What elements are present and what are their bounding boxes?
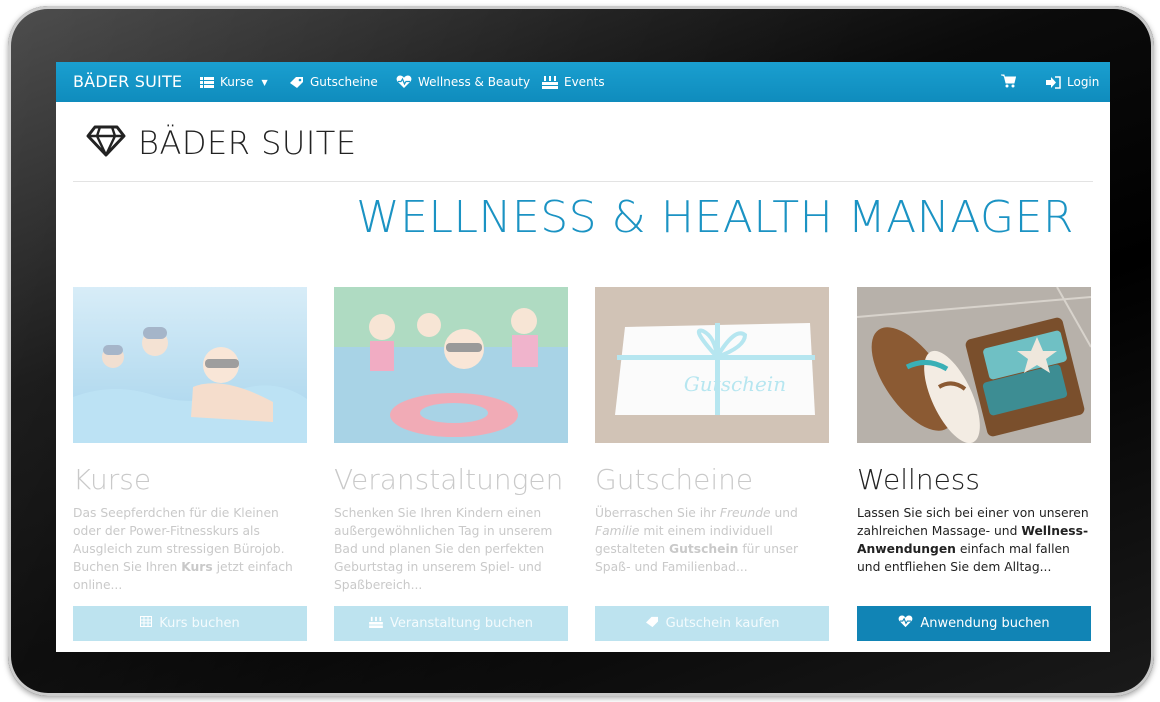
list-icon xyxy=(200,76,214,88)
button-label: Kurs buchen xyxy=(159,616,240,631)
header-divider xyxy=(73,181,1093,182)
logo-text: BÄDER SUITE xyxy=(138,124,357,162)
login-icon xyxy=(1046,75,1061,89)
cake-icon xyxy=(369,616,383,632)
wellness-sandals-image xyxy=(857,287,1091,443)
party-kids-image xyxy=(334,287,568,443)
cake-icon xyxy=(542,75,558,89)
card-gutscheine: Gutschein Gutscheine Überraschen Sie ihr… xyxy=(595,287,829,641)
hero-title: WELLNESS & HEALTH MANAGER xyxy=(356,192,1074,243)
card-veranstaltungen: Veranstaltungen Schenken Sie Ihren Kinde… xyxy=(334,287,568,641)
card-title: Wellness xyxy=(857,463,980,496)
book-course-button[interactable]: Kurs buchen xyxy=(73,606,307,641)
login-link[interactable]: Login xyxy=(1046,75,1099,89)
caret-down-icon: ▼ xyxy=(261,77,268,87)
card-title: Kurse xyxy=(73,463,152,496)
buy-voucher-button[interactable]: Gutschein kaufen xyxy=(595,606,829,641)
card-text: Überraschen Sie ihr Freunde und Familie … xyxy=(595,506,799,574)
tag-icon xyxy=(645,616,659,632)
nav-item-label: Events xyxy=(564,75,605,89)
voucher-label: Gutschein xyxy=(684,372,786,396)
heart-pulse-icon xyxy=(898,615,913,632)
login-label: Login xyxy=(1067,75,1100,89)
card-title: Veranstaltungen xyxy=(334,463,564,496)
diamond-icon xyxy=(86,125,126,161)
button-label: Gutschein kaufen xyxy=(665,616,780,631)
nav-item-events[interactable]: Events xyxy=(542,75,605,89)
card-text: Das Seepferdchen für die Kleinen oder de… xyxy=(73,506,293,592)
swimming-kids-image xyxy=(73,287,307,443)
heart-pulse-icon xyxy=(396,75,412,89)
book-event-button[interactable]: Veranstaltung buchen xyxy=(334,606,568,641)
voucher-envelope-image: Gutschein xyxy=(595,287,829,443)
card-wellness: Wellness Lassen Sie sich bei einer von u… xyxy=(857,287,1091,641)
button-label: Anwendung buchen xyxy=(920,616,1050,631)
nav-item-kurse[interactable]: Kurse ▼ xyxy=(200,75,268,89)
nav-item-label: Kurse xyxy=(220,75,254,89)
tag-icon xyxy=(289,76,304,89)
card-kurse: Kurse Das Seepferdchen für die Kleinen o… xyxy=(73,287,307,641)
button-label: Veranstaltung buchen xyxy=(390,616,533,631)
table-icon xyxy=(140,616,153,631)
nav-item-wellness-beauty[interactable]: Wellness & Beauty xyxy=(396,75,530,89)
card-text: Schenken Sie Ihren Kindern einen außerge… xyxy=(334,506,553,592)
nav-item-gutscheine[interactable]: Gutscheine xyxy=(289,75,378,89)
cart-icon xyxy=(1001,74,1016,88)
screen: BÄDER SUITE Kurse ▼ Gutscheine Wellness … xyxy=(56,62,1110,652)
book-treatment-button[interactable]: Anwendung buchen xyxy=(857,606,1091,641)
navbar-brand[interactable]: BÄDER SUITE xyxy=(73,72,182,91)
top-navbar: BÄDER SUITE Kurse ▼ Gutscheine Wellness … xyxy=(56,62,1110,102)
nav-item-label: Wellness & Beauty xyxy=(418,75,531,89)
cart-button[interactable] xyxy=(1001,74,1016,88)
card-text: Lassen Sie sich bei einer von unseren za… xyxy=(857,506,1089,574)
nav-item-label: Gutscheine xyxy=(310,75,378,89)
site-logo[interactable]: BÄDER SUITE xyxy=(86,124,357,162)
card-title: Gutscheine xyxy=(595,463,754,496)
